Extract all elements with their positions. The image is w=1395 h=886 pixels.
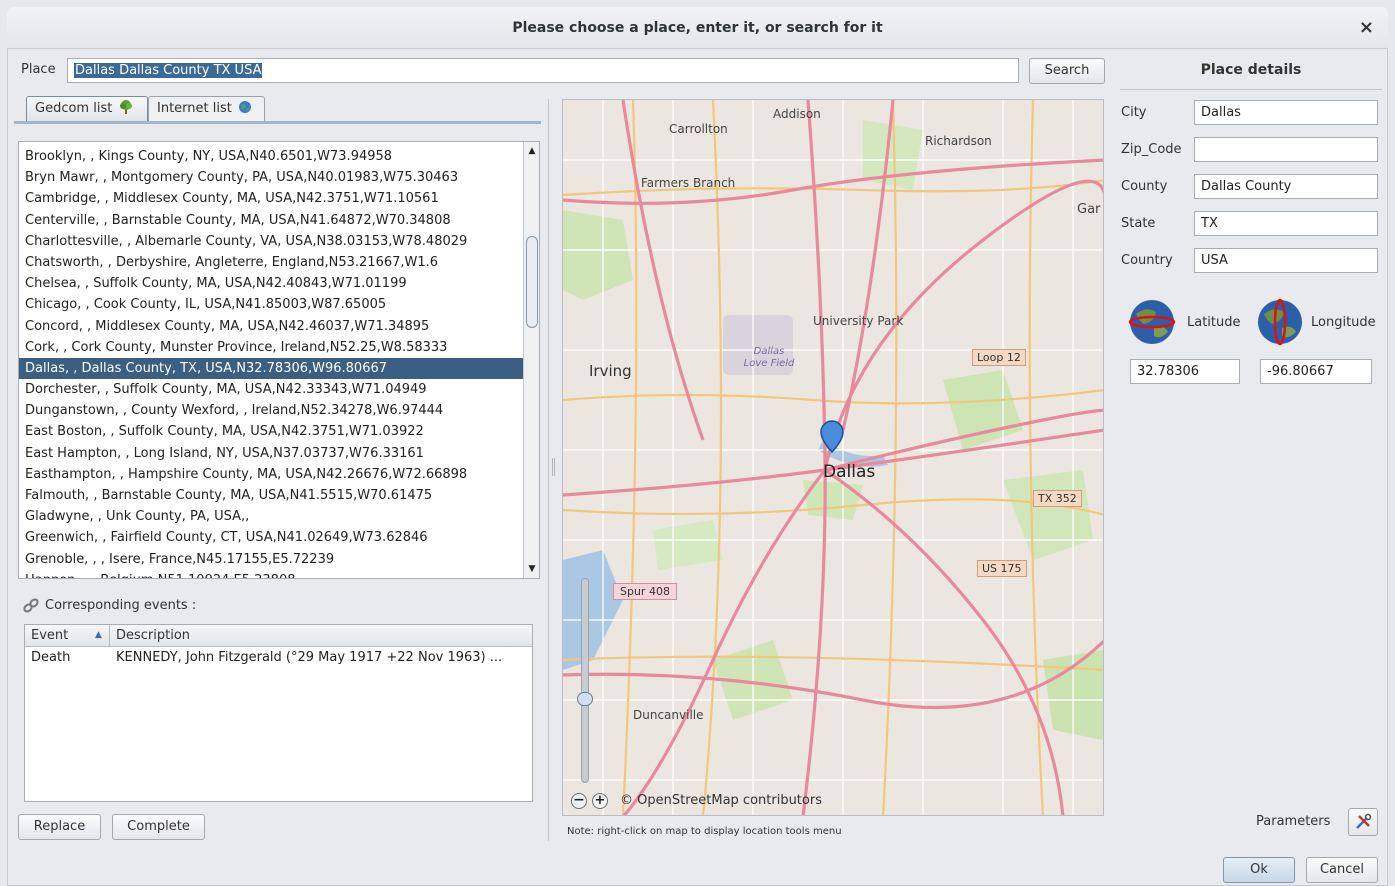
split-divider [548, 99, 549, 841]
complete-button[interactable]: Complete [112, 814, 205, 840]
latitude-globe-icon [1128, 300, 1176, 344]
events-table: Event ▲ Description Death KENNEDY, John … [24, 624, 533, 802]
list-item[interactable]: Chicago, , Cook County, IL, USA,N41.8500… [19, 294, 523, 315]
list-item[interactable]: Centerville, , Barnstable County, MA, US… [19, 210, 523, 231]
map-label-duncanville: Duncanville [633, 708, 704, 722]
description-cell[interactable]: KENNEDY, John Fitzgerald (°29 May 1917 +… [110, 648, 532, 668]
country-label: Country [1121, 253, 1173, 268]
city-label: City [1121, 105, 1147, 120]
zip-code-field[interactable] [1194, 137, 1378, 162]
zip-code-label: Zip_Code [1121, 142, 1182, 157]
shield-spur-408: Spur 408 [613, 583, 677, 600]
list-item[interactable]: Falmouth, , Barnstable County, MA, USA,N… [19, 485, 523, 506]
list-item[interactable]: Chatsworth, , Derbyshire, Angleterre, En… [19, 252, 523, 273]
list-item[interactable]: Greenwich, , Fairfield County, CT, USA,N… [19, 527, 523, 548]
map-label-farmers-branch: Farmers Branch [641, 176, 736, 190]
events-label: Corresponding events : [45, 598, 197, 613]
list-item[interactable]: Dunganstown, , County Wexford, , Ireland… [19, 400, 523, 421]
list-item[interactable]: Bryn Mawr, , Montgomery County, PA, USA,… [19, 167, 523, 188]
column-event-label: Event [31, 628, 69, 643]
tab-gedcom-label: Gedcom list [35, 101, 113, 116]
county-field[interactable]: Dallas County [1194, 174, 1378, 199]
list-item[interactable]: Concord, , Middlesex County, MA, USA,N42… [19, 316, 523, 337]
tab-internet-label: Internet list [157, 101, 232, 116]
replace-button[interactable]: Replace [18, 814, 101, 840]
map-label-love-field: Dallas Love Field [743, 346, 795, 369]
map-view[interactable]: Carrollton Addison Richardson Farmers Br… [562, 99, 1104, 816]
place-input[interactable]: Dallas Dallas County TX USA [67, 58, 1019, 83]
map-label-carrollton: Carrollton [669, 122, 728, 136]
split-handle[interactable] [552, 458, 555, 476]
latitude-label: Latitude [1187, 315, 1241, 330]
event-cell[interactable]: Death [25, 648, 110, 668]
column-event[interactable]: Event ▲ [25, 625, 110, 647]
list-item[interactable]: Brooklyn, , Kings County, NY, USA,N40.65… [19, 146, 523, 167]
ok-button[interactable]: Ok [1223, 857, 1295, 883]
column-description[interactable]: Description [110, 625, 534, 647]
shield-loop-12: Loop 12 [972, 349, 1026, 366]
latitude-field[interactable]: 32.78306 [1130, 359, 1240, 384]
map-label-addison: Addison [773, 107, 821, 121]
place-input-value: Dallas Dallas County TX USA [74, 63, 263, 78]
list-item-selected[interactable]: Dallas, , Dallas County, TX, USA,N32.783… [19, 357, 523, 380]
place-label: Place [21, 62, 56, 77]
state-label: State [1121, 216, 1156, 231]
zoom-slider[interactable] [581, 578, 589, 783]
country-field[interactable]: USA [1194, 248, 1378, 273]
city-field[interactable]: Dallas [1194, 100, 1378, 125]
longitude-label: Longitude [1311, 315, 1376, 330]
list-item[interactable]: East Boston, , Suffolk County, MA, USA,N… [19, 421, 523, 442]
scroll-up-icon[interactable]: ▲ [524, 144, 539, 158]
close-icon[interactable]: × [1359, 7, 1374, 49]
place-list-rows: Brooklyn, , Kings County, NY, USA,N40.65… [19, 146, 523, 578]
place-list[interactable]: Brooklyn, , Kings County, NY, USA,N40.65… [18, 141, 540, 579]
scrollbar-thumb[interactable] [526, 236, 538, 328]
list-item[interactable]: Dorchester, , Suffolk County, MA, USA,N4… [19, 379, 523, 400]
map-label-richardson: Richardson [925, 134, 992, 148]
events-header: Event ▲ Description [25, 625, 532, 647]
list-scrollbar[interactable]: ▲ ▼ [523, 142, 539, 578]
longitude-field[interactable]: -96.80667 [1260, 359, 1372, 384]
list-item[interactable]: Chelsea, , Suffolk County, MA, USA,N42.4… [19, 273, 523, 294]
details-title: Place details [1200, 62, 1302, 78]
tab-internet-list[interactable]: Internet list [148, 96, 265, 122]
search-button[interactable]: Search [1029, 58, 1105, 84]
dialog-title: Please choose a place, enter it, or sear… [512, 20, 883, 36]
title-bar: Please choose a place, enter it, or sear… [7, 7, 1388, 49]
scroll-down-icon[interactable]: ▼ [524, 562, 539, 576]
list-item[interactable]: Charlottesville, , Albemarle County, VA,… [19, 231, 523, 252]
zoom-in-icon[interactable]: + [592, 793, 608, 809]
cancel-button[interactable]: Cancel [1306, 857, 1378, 883]
state-field[interactable]: TX [1194, 211, 1378, 236]
tools-icon [1356, 813, 1372, 829]
county-label: County [1121, 179, 1168, 194]
list-item[interactable]: Hannon, , , Belgium,N51.10924,E5.23808 [19, 570, 523, 578]
tab-underline [14, 121, 541, 124]
list-item[interactable]: Cork, , Cork County, Munster Province, I… [19, 337, 523, 358]
list-item[interactable]: Cambridge, , Middlesex County, MA, USA,N… [19, 188, 523, 209]
globe-icon [239, 101, 251, 113]
zoom-slider-thumb[interactable] [577, 692, 593, 706]
zoom-out-icon[interactable]: − [571, 793, 587, 809]
map-attribution: © OpenStreetMap contributors [620, 793, 822, 808]
shield-tx-352: TX 352 [1033, 490, 1082, 507]
list-item[interactable]: East Hampton, , Long Island, NY, USA,N37… [19, 443, 523, 464]
map-label-garland: Gar [1077, 202, 1101, 217]
map-label-irving: Irving [589, 362, 632, 380]
map-label-dallas: Dallas [823, 462, 876, 482]
map-label-university-park: University Park [813, 314, 904, 328]
sort-ascending-icon: ▲ [95, 630, 102, 640]
list-item[interactable]: Easthampton, , Hampshire County, MA, USA… [19, 464, 523, 485]
tab-gedcom-list[interactable]: Gedcom list [26, 96, 148, 122]
longitude-globe-icon [1258, 298, 1302, 346]
list-item[interactable]: Gladwyne, , Unk County, PA, USA,, [19, 506, 523, 527]
details-divider [1120, 89, 1382, 90]
link-icon [23, 598, 39, 613]
shield-us-175: US 175 [977, 560, 1027, 577]
list-item[interactable]: Grenoble, , , Isere, France,N45.17155,E5… [19, 549, 523, 570]
parameters-label: Parameters [1256, 814, 1331, 829]
map-note: Note: right-click on map to display loca… [567, 826, 842, 837]
tree-icon [120, 100, 133, 114]
parameters-button[interactable] [1348, 808, 1378, 836]
